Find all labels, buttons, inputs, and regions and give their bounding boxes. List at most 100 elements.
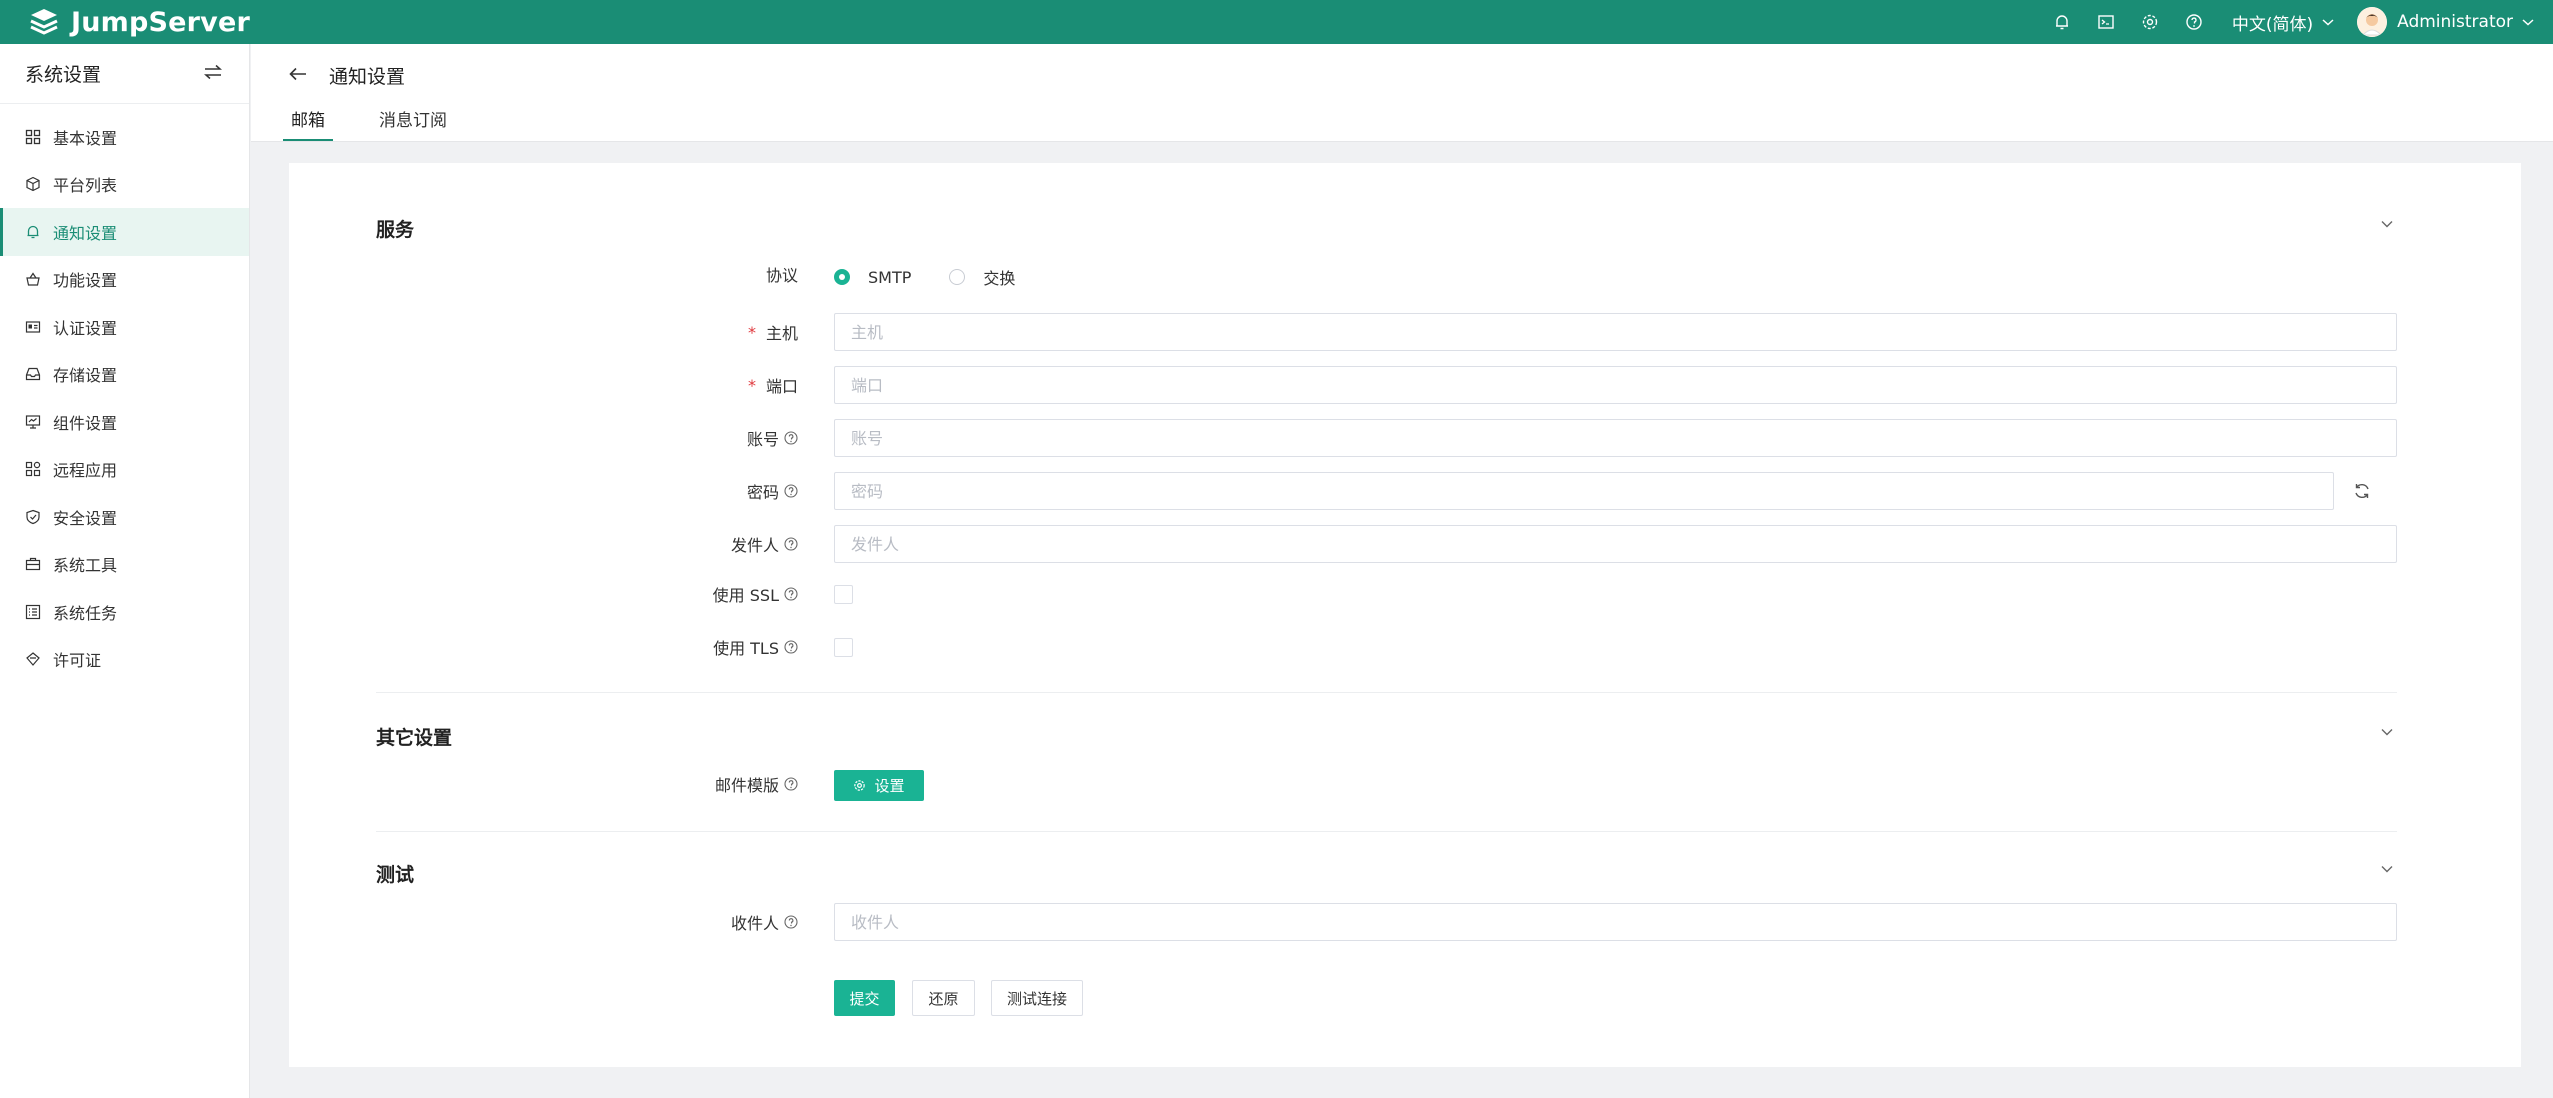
sidebar-item-label: 存储设置 — [53, 366, 118, 386]
recipient-label-text: 收件人 — [730, 914, 779, 933]
submit-button[interactable]: 提交 — [834, 980, 895, 1016]
password-input[interactable] — [834, 472, 2334, 510]
account-label: 账号 — [289, 419, 798, 457]
swap-icon[interactable] — [203, 64, 223, 84]
terminal-icon[interactable] — [2084, 0, 2128, 44]
bell-icon — [25, 224, 41, 240]
help-circle-icon[interactable] — [784, 587, 798, 601]
protocol-label: 协议 — [289, 264, 798, 285]
sidebar-item-license[interactable]: 许可证 — [0, 636, 249, 684]
port-label-text: 端口 — [765, 377, 798, 396]
brand[interactable]: JumpServer — [0, 0, 250, 44]
sidebar-item-label: 远程应用 — [53, 461, 118, 481]
radio-exchange-label[interactable]: 交换 — [983, 265, 1015, 289]
inbox-icon — [25, 366, 41, 382]
help-icon[interactable] — [2172, 0, 2216, 44]
test-connection-button[interactable]: 测试连接 — [991, 980, 1083, 1016]
section-divider — [376, 831, 2397, 832]
port-input[interactable] — [834, 366, 2397, 404]
template-settings-button[interactable]: 设置 — [834, 770, 924, 801]
bell-icon[interactable] — [2040, 0, 2084, 44]
tabs: 邮箱 消息订阅 — [283, 106, 499, 141]
top-bar: JumpServer 中文(简体) Administrator — [0, 0, 2553, 44]
account-label-text: 账号 — [746, 430, 779, 449]
sidebar-item-auth[interactable]: 认证设置 — [0, 303, 249, 351]
sidebar-item-remote-apps[interactable]: 远程应用 — [0, 446, 249, 494]
tls-label: 使用 TLS — [289, 637, 798, 658]
radio-smtp[interactable] — [834, 269, 850, 285]
host-label: * 主机 — [289, 313, 798, 351]
settings-icon[interactable] — [2128, 0, 2172, 44]
list-icon — [25, 604, 41, 620]
sidebar-item-platforms[interactable]: 平台列表 — [0, 161, 249, 209]
help-circle-icon[interactable] — [784, 431, 798, 445]
sidebar-item-label: 基本设置 — [53, 128, 118, 148]
sender-label-text: 发件人 — [730, 536, 779, 555]
ssl-label: 使用 SSL — [289, 584, 798, 605]
help-circle-icon[interactable] — [784, 537, 798, 551]
sidebar-item-security[interactable]: 安全设置 — [0, 493, 249, 541]
sidebar-item-storage[interactable]: 存储设置 — [0, 351, 249, 399]
help-circle-icon[interactable] — [784, 484, 798, 498]
collapse-chevron-icon[interactable] — [2379, 860, 2395, 879]
mail-template-label-text: 邮件模版 — [714, 776, 779, 795]
sidebar-item-basic[interactable]: 基本设置 — [0, 113, 249, 161]
sidebar-header: 系统设置 — [0, 44, 249, 104]
collapse-chevron-icon[interactable] — [2379, 723, 2395, 742]
avatar — [2357, 7, 2388, 37]
account-input[interactable] — [834, 419, 2397, 457]
port-label: * 端口 — [289, 366, 798, 404]
sidebar-item-components[interactable]: 组件设置 — [0, 398, 249, 446]
settings-form: 服务 协议 SMTP 交换 * 主机 * 端口 账号 密码 发件人 使用 SSL — [289, 163, 2521, 1067]
tls-label-text: 使用 TLS — [713, 639, 779, 658]
section-title-service: 服务 — [376, 219, 415, 241]
sender-input[interactable] — [834, 525, 2397, 563]
grid-icon — [25, 129, 41, 145]
sender-label: 发件人 — [289, 525, 798, 563]
radio-exchange[interactable] — [949, 269, 966, 285]
sidebar: 系统设置 基本设置 平台列表 通知设置 功能设置 认证设置 存储设置 组件设置 … — [0, 44, 250, 1098]
tab-email[interactable]: 邮箱 — [283, 106, 333, 141]
sidebar-item-label: 组件设置 — [53, 413, 118, 433]
required-mark: * — [747, 375, 756, 395]
tls-checkbox[interactable] — [834, 638, 853, 657]
tab-subscription[interactable]: 消息订阅 — [377, 106, 449, 141]
basket-icon — [25, 271, 41, 287]
sidebar-item-label: 通知设置 — [53, 223, 118, 243]
protocol-label-text: 协议 — [765, 266, 798, 285]
content-header: 通知设置 邮箱 消息订阅 — [251, 44, 2553, 142]
password-label-text: 密码 — [746, 483, 779, 502]
refresh-icon[interactable] — [2353, 482, 2371, 504]
back-arrow-icon[interactable] — [289, 66, 307, 85]
sidebar-item-label: 认证设置 — [53, 318, 118, 338]
section-title-test: 测试 — [376, 864, 415, 886]
cube-icon — [25, 176, 41, 192]
ssl-checkbox[interactable] — [834, 585, 853, 604]
host-input[interactable] — [834, 313, 2397, 351]
radio-smtp-label[interactable]: SMTP — [868, 268, 911, 287]
sidebar-menu: 基本设置 平台列表 通知设置 功能设置 认证设置 存储设置 组件设置 远程应用 — [0, 104, 249, 683]
user-menu[interactable]: Administrator — [2357, 7, 2535, 37]
help-circle-icon[interactable] — [784, 777, 798, 791]
jumpserver-logo-icon — [28, 5, 61, 39]
chevron-down-icon — [2321, 12, 2335, 32]
reset-button[interactable]: 还原 — [912, 980, 975, 1016]
sidebar-item-tools[interactable]: 系统工具 — [0, 541, 249, 589]
sidebar-item-label: 安全设置 — [53, 508, 118, 528]
help-circle-icon[interactable] — [784, 640, 798, 654]
gear-icon — [853, 779, 866, 792]
sidebar-item-label: 系统任务 — [53, 603, 118, 623]
sidebar-item-notifications[interactable]: 通知设置 — [0, 208, 249, 256]
sidebar-title: 系统设置 — [25, 64, 102, 86]
ssl-label-text: 使用 SSL — [712, 586, 779, 605]
collapse-chevron-icon[interactable] — [2379, 215, 2395, 234]
required-mark: * — [747, 322, 756, 342]
sidebar-item-features[interactable]: 功能设置 — [0, 256, 249, 304]
help-circle-icon[interactable] — [784, 915, 798, 929]
sidebar-item-tasks[interactable]: 系统任务 — [0, 588, 249, 636]
sidebar-item-label: 平台列表 — [53, 176, 118, 196]
shield-icon — [25, 509, 41, 525]
recipient-label: 收件人 — [289, 903, 798, 941]
recipient-input[interactable] — [834, 903, 2397, 941]
language-selector[interactable]: 中文(简体) — [2232, 10, 2335, 35]
